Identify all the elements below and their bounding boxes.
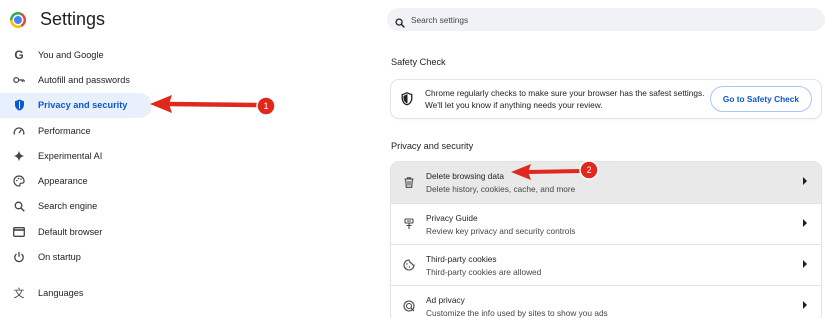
- shield-icon: [13, 99, 25, 111]
- cookie-icon: [403, 259, 415, 271]
- sidebar-item-label: Search engine: [38, 201, 98, 212]
- power-icon: [13, 251, 25, 263]
- safety-check-heading: Safety Check: [391, 57, 446, 67]
- ad-privacy-row[interactable]: Ad privacy Customize the info used by si…: [391, 285, 821, 318]
- chevron-right-icon: [803, 301, 807, 309]
- sidebar-item-label: Privacy and security: [38, 100, 128, 111]
- row-subtitle: Delete history, cookies, cache, and more: [426, 184, 576, 194]
- page-title: Settings: [40, 9, 106, 29]
- trash-icon: [403, 177, 415, 189]
- safety-check-description: Chrome regularly checks to make sure you…: [425, 87, 704, 111]
- row-title: Privacy Guide: [426, 212, 478, 223]
- safety-check-line1: Chrome regularly checks to make sure you…: [425, 88, 705, 98]
- sidebar-item-experimental-ai[interactable]: Experimental AI: [0, 143, 152, 168]
- sidebar-item-label: You and Google: [38, 49, 104, 60]
- sidebar-item-on-startup[interactable]: On startup: [0, 244, 152, 269]
- third-party-cookies-row[interactable]: Third-party cookies Third-party cookies …: [391, 244, 821, 285]
- sidebar-item-autofill[interactable]: Autofill and passwords: [0, 67, 152, 92]
- sidebar: Settings G You and Google Autofill and p…: [0, 0, 360, 318]
- privacy-guide-row[interactable]: Privacy Guide Review key privacy and sec…: [391, 203, 821, 244]
- search-box[interactable]: [387, 8, 825, 31]
- browser-window-icon: [13, 226, 25, 238]
- row-title: Third-party cookies: [426, 253, 497, 264]
- key-icon: [13, 74, 25, 86]
- row-subtitle: Customize the info used by sites to show…: [426, 307, 608, 318]
- sidebar-item-label: On startup: [38, 252, 81, 263]
- sidebar-item-label: Autofill and passwords: [38, 74, 130, 85]
- sidebar-item-you-and-google[interactable]: G You and Google: [0, 42, 152, 67]
- chevron-right-icon: [803, 219, 807, 227]
- row-title: Ad privacy: [426, 294, 465, 305]
- delete-browsing-data-row[interactable]: Delete browsing data Delete history, coo…: [391, 162, 821, 203]
- translate-icon: 文: [13, 288, 25, 301]
- sidebar-item-label: Default browser: [38, 226, 103, 237]
- sidebar-item-default-browser[interactable]: Default browser: [0, 219, 152, 244]
- chrome-logo-icon: [10, 11, 26, 28]
- sidebar-item-performance[interactable]: Performance: [0, 118, 152, 143]
- search-input[interactable]: [411, 14, 711, 25]
- sidebar-item-appearance[interactable]: Appearance: [0, 168, 152, 193]
- row-subtitle: Review key privacy and security controls: [426, 225, 576, 236]
- google-g-icon: G: [14, 47, 24, 62]
- palette-icon: [13, 175, 25, 187]
- settings-header: Settings: [10, 9, 105, 30]
- row-title: Delete browsing data: [426, 171, 504, 181]
- sidebar-item-label: Experimental AI: [38, 150, 103, 161]
- ad-privacy-icon: [403, 300, 415, 312]
- shield-check-icon: [401, 92, 413, 106]
- safety-check-line2: We'll let you know if anything needs you…: [425, 100, 603, 110]
- sidebar-item-languages[interactable]: 文 Languages: [0, 281, 152, 306]
- privacy-guide-icon: [403, 218, 415, 230]
- sidebar-item-privacy-and-security[interactable]: Privacy and security: [0, 92, 152, 118]
- speedometer-icon: [13, 125, 25, 137]
- sidebar-item-label: Languages: [38, 288, 84, 299]
- search-icon: [395, 15, 405, 28]
- chevron-right-icon: [803, 177, 807, 185]
- chevron-right-icon: [803, 260, 807, 268]
- search-icon: [13, 200, 25, 212]
- go-to-safety-check-button[interactable]: Go to Safety Check: [709, 86, 812, 112]
- privacy-and-security-heading: Privacy and security: [391, 141, 474, 151]
- sidebar-item-label: Performance: [38, 125, 91, 136]
- sidebar-item-label: Appearance: [38, 176, 88, 187]
- safety-check-card: Chrome regularly checks to make sure you…: [391, 80, 821, 118]
- row-subtitle: Third-party cookies are allowed: [426, 266, 542, 277]
- privacy-and-security-card: Delete browsing data Delete history, coo…: [391, 162, 821, 318]
- sidebar-item-search-engine[interactable]: Search engine: [0, 194, 152, 219]
- sparkle-icon: [13, 150, 25, 162]
- sidebar-nav: G You and Google Autofill and passwords …: [0, 42, 152, 306]
